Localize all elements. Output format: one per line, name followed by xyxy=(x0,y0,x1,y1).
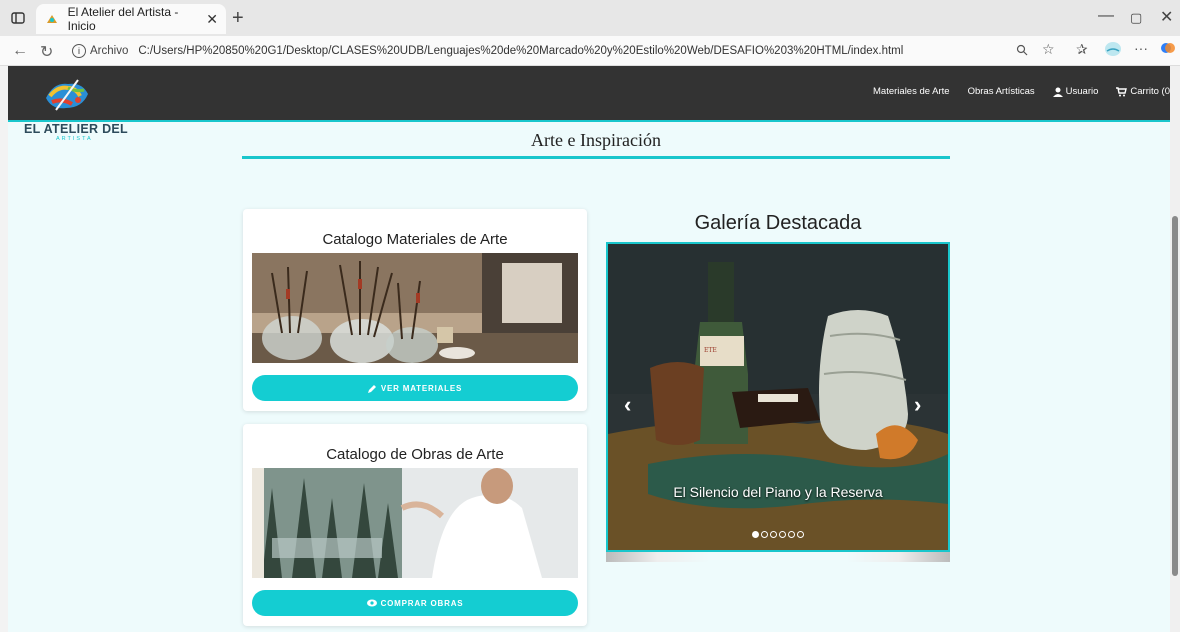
address-label: Archivo xyxy=(90,45,129,57)
carousel-shadow xyxy=(606,552,950,562)
gallery-slide-image: ETE xyxy=(608,244,948,550)
carousel-next-icon[interactable]: › xyxy=(914,392,921,418)
copilot-icon[interactable] xyxy=(1160,40,1176,59)
user-icon xyxy=(1052,87,1063,97)
artworks-card: Catalogo de Obras de Arte COMPRAR OBRAS xyxy=(243,424,587,626)
zoom-icon[interactable] xyxy=(1016,43,1028,59)
favorite-star-icon[interactable]: ☆ xyxy=(1042,41,1055,58)
restore-icon[interactable]: ▢ xyxy=(1130,10,1142,26)
brand-subtitle: ARTISTA xyxy=(56,136,93,142)
tab-close-icon[interactable]: ✕ xyxy=(206,11,218,28)
carousel-dot[interactable] xyxy=(779,531,786,538)
brand-name: EL ATELIER DEL xyxy=(24,122,128,136)
page-title: Arte e Inspiración xyxy=(531,130,661,150)
info-icon[interactable]: i xyxy=(72,44,86,58)
main-nav: Materiales de Arte Obras Artísticas Usua… xyxy=(873,86,1170,97)
nav-materiales[interactable]: Materiales de Arte xyxy=(873,86,950,97)
carousel-dot[interactable] xyxy=(752,531,759,538)
back-arrow-icon[interactable]: ← xyxy=(12,42,28,60)
new-tab-icon[interactable]: + xyxy=(232,7,244,30)
gallery-title: Galería Destacada xyxy=(694,212,862,234)
profile-icon[interactable] xyxy=(1104,41,1122,60)
gallery-carousel[interactable]: ETE ‹ › El Silencio del Piano y la Reser… xyxy=(606,242,950,552)
page-viewport: Materiales de Arte Obras Artísticas Usua… xyxy=(8,66,1170,632)
comprar-obras-button[interactable]: COMPRAR OBRAS xyxy=(252,590,578,616)
scrollbar-thumb[interactable] xyxy=(1172,216,1178,576)
site-logo[interactable] xyxy=(42,74,92,116)
materials-card-title: Catalogo Materiales de Arte xyxy=(322,231,508,248)
carousel-dot[interactable] xyxy=(770,531,777,538)
browser-tab-active[interactable]: El Atelier del Artista - Inicio ✕ xyxy=(36,4,226,34)
nav-carrito[interactable]: Carrito (0 xyxy=(1116,86,1170,97)
carousel-dot[interactable] xyxy=(797,531,804,538)
browser-tab-bar: El Atelier del Artista - Inicio ✕ + — ▢ … xyxy=(0,0,1180,36)
nav-usuario[interactable]: Usuario xyxy=(1052,86,1098,97)
minimize-icon[interactable]: — xyxy=(1098,7,1114,25)
nav-obras[interactable]: Obras Artísticas xyxy=(968,86,1035,97)
pencil-icon xyxy=(367,384,376,393)
carousel-dot[interactable] xyxy=(761,531,768,538)
artworks-card-title: Catalogo de Obras de Arte xyxy=(326,446,504,463)
reload-icon[interactable]: ↻ xyxy=(40,42,53,62)
carousel-indicators xyxy=(608,531,948,538)
more-options-icon[interactable]: ··· xyxy=(1134,40,1148,56)
materials-card: Catalogo Materiales de Arte VER MATERIAL… xyxy=(243,209,587,411)
window-close-icon[interactable]: ✕ xyxy=(1160,7,1173,27)
tab-title: El Atelier del Artista - Inicio xyxy=(67,5,179,33)
favorites-list-icon[interactable]: ✰ xyxy=(1076,41,1088,58)
title-underline xyxy=(242,156,950,159)
site-favicon-icon xyxy=(44,11,60,27)
cart-icon xyxy=(1116,86,1128,96)
ver-materiales-button[interactable]: VER MATERIALES xyxy=(252,375,578,401)
carousel-dot[interactable] xyxy=(788,531,795,538)
artworks-image xyxy=(252,468,578,578)
slide-caption: El Silencio del Piano y la Reserva xyxy=(673,484,883,500)
address-bar-row: ← ↻ i Archivo C:/Users/HP%20850%20G1/Des… xyxy=(0,36,1180,66)
site-header: Materiales de Arte Obras Artísticas Usua… xyxy=(8,66,1170,122)
eye-icon xyxy=(366,599,377,607)
svg-text:ETE: ETE xyxy=(704,347,717,354)
carousel-prev-icon[interactable]: ‹ xyxy=(624,392,631,418)
url-text: C:/Users/HP%20850%20G1/Desktop/CLASES%20… xyxy=(138,45,904,57)
sidebar-toggle-icon[interactable] xyxy=(6,6,30,30)
materials-image xyxy=(252,253,578,363)
page-scrollbar[interactable] xyxy=(1170,66,1180,632)
url-field[interactable]: i Archivo C:/Users/HP%20850%20G1/Desktop… xyxy=(66,39,1004,63)
